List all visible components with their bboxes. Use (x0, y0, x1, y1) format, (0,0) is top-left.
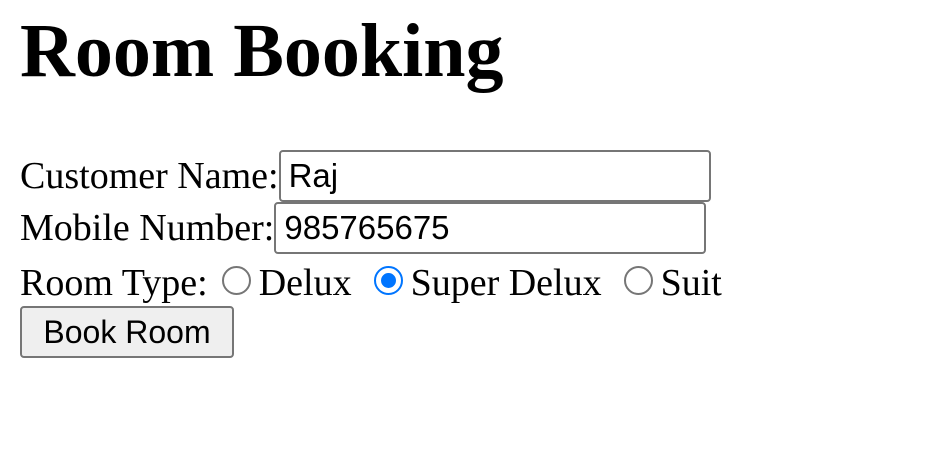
customer-name-row: Customer Name: (20, 150, 711, 202)
room-type-super-delux-radio[interactable] (373, 265, 403, 295)
mobile-number-input[interactable] (274, 202, 707, 254)
room-type-suit-label: Suit (660, 262, 722, 304)
room-type-delux-radio[interactable] (221, 265, 251, 295)
room-type-delux-label: Delux (258, 262, 352, 304)
customer-name-input[interactable] (278, 150, 711, 202)
book-room-button[interactable]: Book Room (20, 306, 234, 358)
room-type-suit-radio[interactable] (623, 265, 653, 295)
room-type-row: Room Type: Delux Super Delux Suit (20, 257, 730, 309)
mobile-number-label: Mobile Number: (20, 207, 275, 249)
room-type-super-delux-label: Super Delux (410, 262, 602, 304)
page-title: Room Booking (20, 9, 504, 93)
room-type-label: Room Type: (20, 262, 208, 304)
customer-name-label: Customer Name: (20, 155, 279, 197)
mobile-number-row: Mobile Number: (20, 202, 707, 254)
